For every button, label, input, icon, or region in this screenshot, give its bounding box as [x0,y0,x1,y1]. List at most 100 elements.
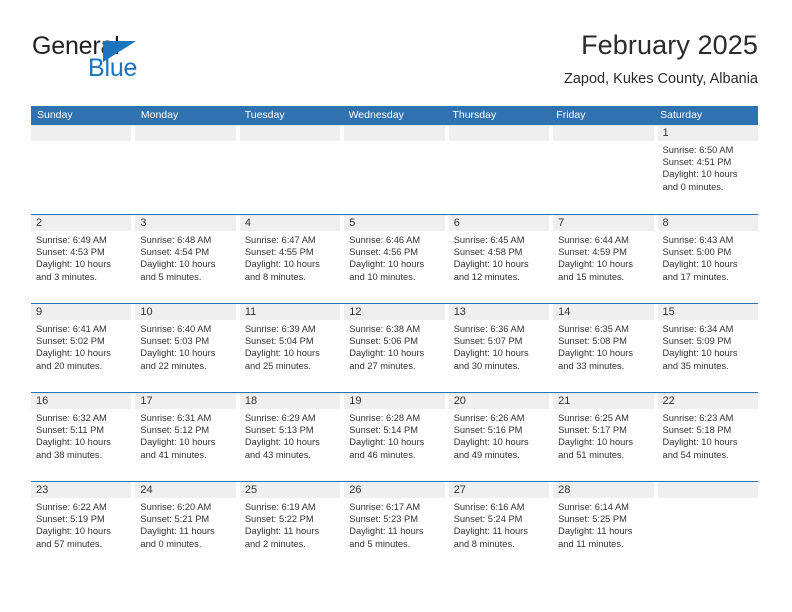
daylight-text-line2: and 0 minutes. [662,181,724,192]
day-sun-info: Sunrise: 6:47 AM Sunset: 4:55 PM Daylight:… [240,231,340,283]
sunset-text: Sunset: 5:25 PM [558,514,627,525]
logo-text-blue: Blue [88,54,138,82]
day-cell-27[interactable]: 27 Sunrise: 6:16 AM Sunset: 5:24 PM Dayligh… [448,482,554,570]
day-cell-empty [31,125,136,214]
day-cell-empty [135,125,240,214]
sunset-text: Sunset: 4:53 PM [36,247,105,258]
day-sun-info: Sunrise: 6:34 AM Sunset: 5:09 PM Daylight:… [658,320,758,372]
day-number: 20 [448,393,550,409]
daylight-text-line1: Daylight: 10 hours [453,437,529,448]
day-cell-3[interactable]: 3 Sunrise: 6:48 AM Sunset: 4:54 PM Daylight… [135,215,240,303]
day-cell-16[interactable]: 16 Sunrise: 6:32 AM Sunset: 5:11 PM Dayligh… [31,393,136,481]
day-number: 23 [31,482,132,498]
sunrise-text: Sunrise: 6:31 AM [140,413,212,423]
day-cell-1[interactable]: 1 Sunrise: 6:50 AM Sunset: 4:51 PM Daylight… [657,125,758,214]
sunset-text: Sunset: 5:22 PM [244,514,314,525]
day-sun-info: Sunrise: 6:45 AM Sunset: 4:58 PM Daylight:… [449,231,549,283]
daylight-text-line2: and 57 minutes. [36,538,103,549]
daylight-text-line1: Daylight: 10 hours [558,259,634,270]
calendar-week-row: 1 Sunrise: 6:50 AM Sunset: 4:51 PM Daylight… [31,125,758,214]
day-cell-23[interactable]: 23 Sunrise: 6:22 AM Sunset: 5:19 PM Dayligh… [31,482,136,570]
calendar-week-row: 16 Sunrise: 6:32 AM Sunset: 5:11 PM Dayligh… [31,392,758,481]
sunset-text: Sunset: 5:21 PM [140,514,210,525]
sunrise-text: Sunrise: 6:23 AM [662,413,734,423]
daylight-text-line2: and 15 minutes. [558,271,625,282]
daylight-text-line2: and 2 minutes. [244,538,306,549]
sunset-text: Sunset: 5:24 PM [453,514,523,525]
sunrise-text: Sunrise: 6:28 AM [349,413,421,423]
weekday-header-row: Sunday Monday Tuesday Wednesday Thursday Frid… [31,106,758,125]
day-number [657,482,758,498]
sunrise-text: Sunrise: 6:46 AM [349,235,421,245]
day-number: 7 [553,215,654,231]
sunrise-text: Sunrise: 6:25 AM [558,413,629,423]
sunset-text: Sunset: 4:51 PM [662,157,732,168]
day-sun-info: Sunrise: 6:36 AM Sunset: 5:07 PM Daylight:… [449,320,549,372]
day-cell-19[interactable]: 19 Sunrise: 6:28 AM Sunset: 5:14 PM Dayligh… [344,393,449,481]
general-blue-logo[interactable]: General Blue [31,32,231,88]
page-subtitle: Zapod, Kukes County, Albania [564,71,758,87]
day-number: 11 [239,304,341,320]
day-cell-4[interactable]: 4 Sunrise: 6:47 AM Sunset: 4:55 PM Daylight… [239,215,345,303]
day-number: 19 [344,393,445,409]
day-cell-8[interactable]: 8 Sunrise: 6:43 AM Sunset: 5:00 PM Daylight… [657,215,758,303]
sunset-text: Sunset: 4:54 PM [140,247,210,258]
day-cell-20[interactable]: 20 Sunrise: 6:26 AM Sunset: 5:16 PM Dayligh… [448,393,554,481]
day-cell-6[interactable]: 6 Sunrise: 6:45 AM Sunset: 4:58 PM Daylight… [448,215,554,303]
day-cell-15[interactable]: 15 Sunrise: 6:34 AM Sunset: 5:09 PM Dayligh… [657,304,758,392]
day-number [553,125,654,141]
sunrise-text: Sunrise: 6:47 AM [244,235,316,245]
day-number: 13 [448,304,550,320]
sunrise-text: Sunrise: 6:40 AM [140,324,212,334]
day-sun-info: Sunrise: 6:41 AM Sunset: 5:02 PM Daylight:… [31,320,131,372]
day-number [239,125,341,141]
day-number [344,125,445,141]
day-number: 3 [135,215,236,231]
sunrise-text: Sunrise: 6:34 AM [662,324,734,334]
day-number: 9 [31,304,132,320]
day-cell-11[interactable]: 11 Sunrise: 6:39 AM Sunset: 5:04 PM Dayligh… [239,304,345,392]
day-cell-24[interactable]: 24 Sunrise: 6:20 AM Sunset: 5:21 PM Dayligh… [135,482,240,570]
day-cell-7[interactable]: 7 Sunrise: 6:44 AM Sunset: 4:59 PM Daylight… [553,215,658,303]
daylight-text-line2: and 33 minutes. [558,360,625,371]
day-cell-18[interactable]: 18 Sunrise: 6:29 AM Sunset: 5:13 PM Dayligh… [239,393,345,481]
day-cell-empty [239,125,345,214]
day-sun-info: Sunrise: 6:26 AM Sunset: 5:16 PM Daylight:… [449,409,549,461]
day-cell-26[interactable]: 26 Sunrise: 6:17 AM Sunset: 5:23 PM Dayligh… [344,482,449,570]
day-cell-12[interactable]: 12 Sunrise: 6:38 AM Sunset: 5:06 PM Dayligh… [344,304,449,392]
day-cell-28[interactable]: 28 Sunrise: 6:14 AM Sunset: 5:25 PM Dayligh… [553,482,658,570]
day-cell-2[interactable]: 2 Sunrise: 6:49 AM Sunset: 4:53 PM Daylight… [31,215,136,303]
day-cell-25[interactable]: 25 Sunrise: 6:19 AM Sunset: 5:22 PM Dayligh… [239,482,345,570]
day-number: 25 [239,482,341,498]
day-cell-17[interactable]: 17 Sunrise: 6:31 AM Sunset: 5:12 PM Dayligh… [135,393,240,481]
daylight-text-line2: and 0 minutes. [140,538,202,549]
sunset-text: Sunset: 5:09 PM [662,336,732,347]
day-cell-21[interactable]: 21 Sunrise: 6:25 AM Sunset: 5:17 PM Dayligh… [553,393,658,481]
page-header: General Blue February 2025 Zapod, Kukes … [31,28,758,98]
day-cell-empty [657,482,758,570]
daylight-text-line1: Daylight: 11 hours [453,526,528,537]
sunset-text: Sunset: 5:18 PM [662,425,732,436]
sunrise-text: Sunrise: 6:43 AM [662,235,734,245]
daylight-text-line2: and 30 minutes. [453,360,520,371]
day-cell-22[interactable]: 22 Sunrise: 6:23 AM Sunset: 5:18 PM Dayligh… [657,393,758,481]
day-number: 10 [135,304,236,320]
day-cell-5[interactable]: 5 Sunrise: 6:46 AM Sunset: 4:56 PM Daylight… [344,215,449,303]
sunrise-text: Sunrise: 6:48 AM [140,235,212,245]
day-number: 15 [657,304,758,320]
weekday-header-tuesday: Tuesday [244,109,285,121]
page-title: February 2025 [581,30,758,60]
weekday-header-sunday: Sunday [37,109,73,121]
day-sun-info: Sunrise: 6:16 AM Sunset: 5:24 PM Daylight:… [449,498,549,550]
sunrise-text: Sunrise: 6:38 AM [349,324,421,334]
sunrise-text: Sunrise: 6:49 AM [36,235,107,245]
day-cell-13[interactable]: 13 Sunrise: 6:36 AM Sunset: 5:07 PM Dayligh… [448,304,554,392]
day-cell-9[interactable]: 9 Sunrise: 6:41 AM Sunset: 5:02 PM Daylight… [31,304,136,392]
day-cell-14[interactable]: 14 Sunrise: 6:35 AM Sunset: 5:08 PM Dayligh… [553,304,658,392]
day-cell-10[interactable]: 10 Sunrise: 6:40 AM Sunset: 5:03 PM Dayligh… [135,304,240,392]
day-number: 4 [239,215,341,231]
day-sun-info: Sunrise: 6:50 AM Sunset: 4:51 PM Daylight:… [658,141,758,193]
daylight-text-line2: and 8 minutes. [244,271,306,282]
day-number: 28 [553,482,654,498]
sunset-text: Sunset: 5:14 PM [349,425,418,436]
